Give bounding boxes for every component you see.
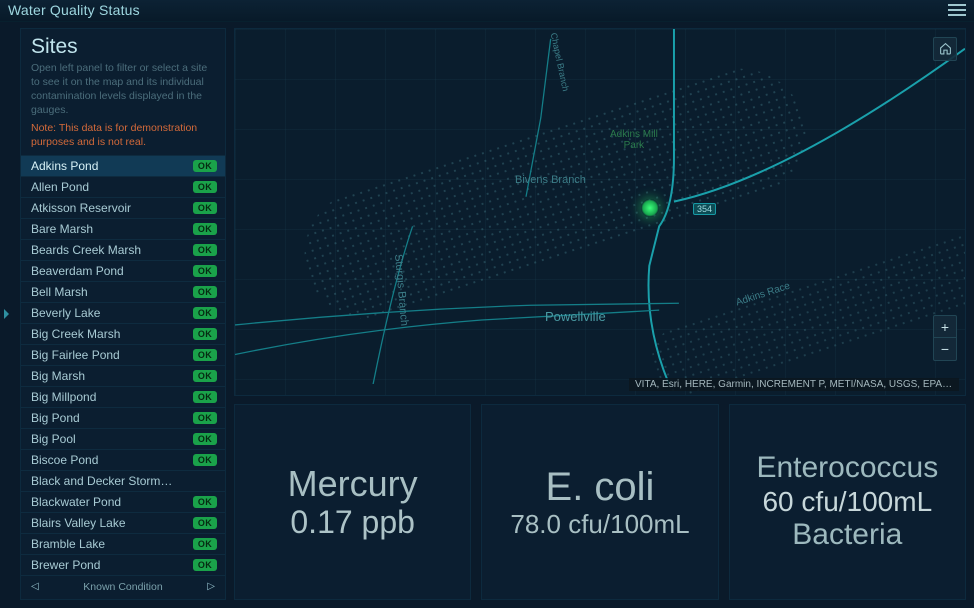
pager: ◁ Known Condition ▷: [21, 575, 225, 597]
status-badge: OK: [193, 307, 217, 319]
site-item-label: Blackwater Pond: [31, 495, 121, 509]
site-item-label: Atkisson Reservoir: [31, 201, 131, 215]
site-item[interactable]: Bell Marsh OK: [21, 281, 225, 302]
site-item-label: Brewer Pond: [31, 558, 100, 572]
park-label: Adkins MillPark: [610, 129, 658, 151]
status-badge: OK: [193, 517, 217, 529]
sidebar-desc: Open left panel to filter or select a si…: [31, 61, 215, 118]
status-badge: OK: [193, 244, 217, 256]
site-item-label: Biscoe Pond: [31, 453, 98, 467]
site-item-label: Big Pond: [31, 411, 80, 425]
status-badge: OK: [193, 286, 217, 298]
site-item[interactable]: Blackwater Pond OK: [21, 491, 225, 512]
site-item[interactable]: Beards Creek Marsh OK: [21, 239, 225, 260]
site-item[interactable]: Bramble Lake OK: [21, 533, 225, 554]
mercury-value: 0.17 ppb: [290, 504, 415, 541]
site-item[interactable]: Adkins Pond OK: [21, 155, 225, 176]
highway-shield: 354: [693, 203, 716, 215]
status-badge: OK: [193, 454, 217, 466]
card-mercury: Mercury 0.17 ppb: [234, 404, 471, 600]
site-item-label: Beaverdam Pond: [31, 264, 124, 278]
topbar: Water Quality Status: [0, 0, 974, 22]
site-item[interactable]: Blairs Valley Lake OK: [21, 512, 225, 533]
site-item-label: Big Pool: [31, 432, 76, 446]
site-item-label: Blairs Valley Lake: [31, 516, 126, 530]
site-item-label: Bell Marsh: [31, 285, 88, 299]
status-badge: OK: [193, 223, 217, 235]
site-item-label: Big Creek Marsh: [31, 327, 120, 341]
site-item-label: Beverly Lake: [31, 306, 100, 320]
gauge-cards: Mercury 0.17 ppb E. coli 78.0 cfu/100mL …: [234, 404, 966, 600]
site-item-label: Adkins Pond: [31, 159, 98, 173]
site-list[interactable]: Adkins PondOKAllen PondOKAtkisson Reserv…: [21, 155, 225, 575]
status-badge: OK: [193, 160, 217, 172]
sidebar-header: Sites Open left panel to filter or selec…: [21, 29, 225, 155]
sidebar-title: Sites: [31, 35, 215, 59]
site-item[interactable]: Big Pool OK: [21, 428, 225, 449]
status-badge: OK: [193, 370, 217, 382]
site-item[interactable]: Brewer Pond OK: [21, 554, 225, 575]
map-canvas: Adkins MillPark Powellville Bivens Branc…: [235, 29, 965, 395]
site-item[interactable]: Big Creek Marsh OK: [21, 323, 225, 344]
site-item[interactable]: Beaverdam Pond OK: [21, 260, 225, 281]
ecoli-value: 78.0 cfu/100mL: [510, 510, 689, 540]
site-item-label: Black and Decker Stormwater Pond: [31, 474, 181, 488]
main: Adkins MillPark Powellville Bivens Branc…: [234, 28, 966, 600]
status-badge: OK: [193, 559, 217, 571]
status-badge: OK: [193, 433, 217, 445]
body: Sites Open left panel to filter or selec…: [0, 22, 974, 608]
sidebar-toggle[interactable]: [0, 28, 12, 600]
site-item[interactable]: Big Pond OK: [21, 407, 225, 428]
map-panel[interactable]: Adkins MillPark Powellville Bivens Branc…: [234, 28, 966, 396]
status-badge: OK: [193, 328, 217, 340]
zoom-out-button[interactable]: −: [934, 338, 956, 360]
pager-next[interactable]: ▷: [207, 581, 215, 592]
home-button[interactable]: [933, 37, 957, 61]
site-item-label: Big Fairlee Pond: [31, 348, 120, 362]
site-item[interactable]: Biscoe Pond OK: [21, 449, 225, 470]
status-badge: OK: [193, 349, 217, 361]
entero-value: 60 cfu/100mL: [762, 486, 932, 518]
site-item[interactable]: Atkisson Reservoir OK: [21, 197, 225, 218]
card-enterococcus: Enterococcus 60 cfu/100mL Bacteria: [729, 404, 966, 600]
status-badge: OK: [193, 538, 217, 550]
menu-icon[interactable]: [948, 4, 966, 16]
site-item[interactable]: Beverly Lake OK: [21, 302, 225, 323]
status-badge: OK: [193, 202, 217, 214]
status-badge: OK: [193, 496, 217, 508]
status-badge: OK: [193, 265, 217, 277]
pager-prev[interactable]: ◁: [31, 581, 39, 592]
sidebar: Sites Open left panel to filter or selec…: [20, 28, 226, 600]
chevron-right-icon: [4, 309, 9, 319]
sidebar-warning: Note: This data is for demonstration pur…: [31, 121, 215, 149]
map-attribution: VITA, Esri, HERE, Garmin, INCREMENT P, M…: [629, 378, 959, 391]
status-badge: OK: [193, 412, 217, 424]
site-item[interactable]: Black and Decker Stormwater PondOK: [21, 470, 225, 491]
site-marker[interactable]: [641, 199, 659, 217]
entero-sub: Bacteria: [792, 518, 902, 553]
status-badge: OK: [193, 391, 217, 403]
site-item-label: Bare Marsh: [31, 222, 93, 236]
home-icon: [939, 42, 952, 55]
card-ecoli: E. coli 78.0 cfu/100mL: [481, 404, 718, 600]
site-item-label: Beards Creek Marsh: [31, 243, 141, 257]
mercury-title: Mercury: [288, 463, 418, 504]
site-item[interactable]: Big Fairlee Pond OK: [21, 344, 225, 365]
site-item-label: Allen Pond: [31, 180, 89, 194]
site-item[interactable]: Big Marsh OK: [21, 365, 225, 386]
status-badge: OK: [193, 181, 217, 193]
site-item-label: Big Marsh: [31, 369, 85, 383]
zoom-control: + −: [933, 315, 957, 361]
site-item[interactable]: Big Millpond OK: [21, 386, 225, 407]
site-item-label: Big Millpond: [31, 390, 96, 404]
ecoli-title: E. coli: [546, 464, 655, 510]
site-item[interactable]: Bare Marsh OK: [21, 218, 225, 239]
app-root: Water Quality Status Sites Open left pan…: [0, 0, 974, 608]
app-title: Water Quality Status: [8, 2, 140, 18]
zoom-in-button[interactable]: +: [934, 316, 956, 338]
entero-title: Enterococcus: [756, 451, 938, 486]
pager-label: Known Condition: [83, 581, 162, 593]
site-item-label: Bramble Lake: [31, 537, 105, 551]
site-item[interactable]: Allen Pond OK: [21, 176, 225, 197]
